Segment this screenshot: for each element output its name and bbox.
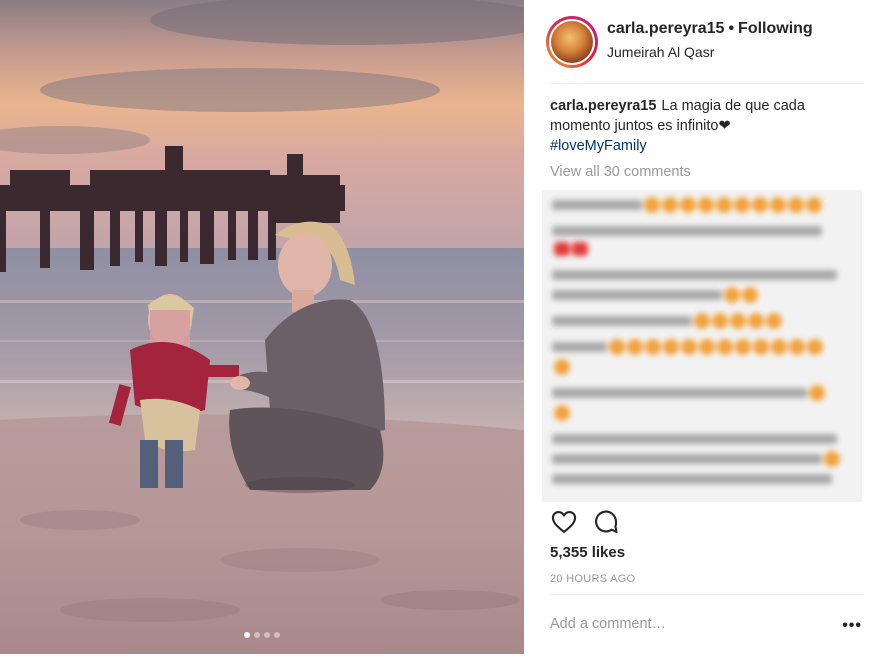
comment-row <box>552 338 823 355</box>
comment-input[interactable]: Add a comment… <box>550 616 666 632</box>
comment-row <box>552 358 570 375</box>
view-all-comments-link[interactable]: View all 30 comments <box>550 164 691 180</box>
carousel-dot-active <box>244 632 250 638</box>
comment-row <box>552 196 822 213</box>
comment-row <box>552 430 837 444</box>
location-link[interactable]: Jumeirah Al Qasr <box>607 44 714 60</box>
header-title-line: carla.pereyra15 • Following <box>607 20 813 38</box>
comment-row <box>552 450 840 467</box>
caption: carla.pereyra15 La magia de que cada mome… <box>550 96 850 156</box>
post-sidebar: carla.pereyra15 • Following Jumeirah Al Qa… <box>524 0 874 657</box>
comment-row <box>552 240 588 256</box>
post-timestamp[interactable]: 20 HOURS AGO <box>550 573 636 585</box>
carousel-dot <box>254 632 260 638</box>
likes-count[interactable]: 5,355 likes <box>550 544 625 561</box>
username-link[interactable]: carla.pereyra15 <box>607 20 724 37</box>
composer-divider <box>550 594 864 595</box>
comment-row <box>552 222 822 236</box>
caption-hashtag[interactable]: #loveMyFamily <box>550 138 647 154</box>
comment-row <box>552 384 825 401</box>
comment-button[interactable] <box>592 508 620 536</box>
avatar[interactable] <box>546 16 598 68</box>
following-button[interactable]: Following <box>738 20 813 37</box>
comment-row <box>552 286 758 303</box>
comment-row <box>552 470 832 484</box>
post-header: carla.pereyra15 • Following Jumeirah Al Qa… <box>546 14 864 70</box>
like-button[interactable] <box>550 508 578 536</box>
header-divider <box>550 83 864 84</box>
speech-bubble-icon <box>595 510 618 533</box>
heart-outline-icon <box>551 511 577 534</box>
beach-sunset-image <box>0 0 524 654</box>
avatar-image <box>551 21 593 63</box>
comment-row <box>552 404 570 421</box>
more-options-button[interactable]: ••• <box>842 617 862 635</box>
carousel-dot <box>264 632 270 638</box>
comment-row <box>552 266 837 280</box>
caption-username[interactable]: carla.pereyra15 <box>550 98 656 114</box>
carousel-dot <box>274 632 280 638</box>
header-separator: • <box>728 20 735 37</box>
blurred-comments-list <box>542 190 862 502</box>
comment-row <box>552 312 782 329</box>
post-photo[interactable] <box>0 0 524 654</box>
carousel-indicator <box>0 632 524 638</box>
